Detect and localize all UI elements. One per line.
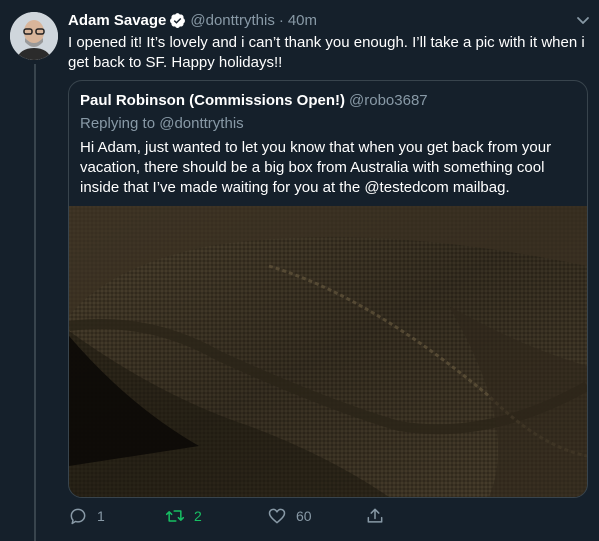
timestamp[interactable]: 40m (288, 12, 317, 29)
chevron-down-icon[interactable] (575, 12, 591, 28)
verified-badge-icon (169, 12, 186, 29)
like-count: 60 (296, 508, 312, 524)
share-button[interactable] (365, 506, 385, 526)
replying-prefix: Replying to (80, 115, 156, 132)
retweet-icon (165, 510, 185, 522)
share-icon (367, 508, 383, 523)
replying-to: Replying to @donttrythis (80, 115, 244, 132)
separator-dot: · (278, 11, 284, 29)
like-icon (268, 508, 286, 524)
author-handle[interactable]: @donttrythis (190, 12, 274, 29)
quoted-tweet[interactable]: Paul Robinson (Commissions Open!) @robo36… (68, 80, 588, 498)
replying-handle: @donttrythis (159, 115, 244, 132)
quoted-media-image[interactable] (69, 206, 587, 497)
reply-count: 1 (97, 508, 105, 524)
retweet-button[interactable]: 2 (165, 506, 202, 526)
retweet-count: 2 (194, 508, 202, 524)
tweet-text: I opened it! It’s lovely and i can’t tha… (68, 34, 585, 71)
reply-icon (70, 508, 86, 525)
quoted-text: Hi Adam, just wanted to let you know tha… (80, 139, 552, 196)
quoted-author-handle: @robo3687 (349, 92, 428, 109)
action-bar: 1 2 60 (68, 506, 588, 530)
thread-line (34, 64, 36, 541)
reply-button[interactable]: 1 (68, 506, 105, 526)
quoted-author-name: Paul Robinson (Commissions Open!) (80, 92, 346, 109)
like-button[interactable]: 60 (267, 506, 312, 526)
tweet-header: Adam Savage @donttrythis · 40m (68, 10, 317, 30)
avatar[interactable] (10, 12, 58, 60)
quoted-header: Paul Robinson (Commissions Open!) @robo36… (80, 92, 428, 109)
author-name[interactable]: Adam Savage (68, 12, 166, 29)
